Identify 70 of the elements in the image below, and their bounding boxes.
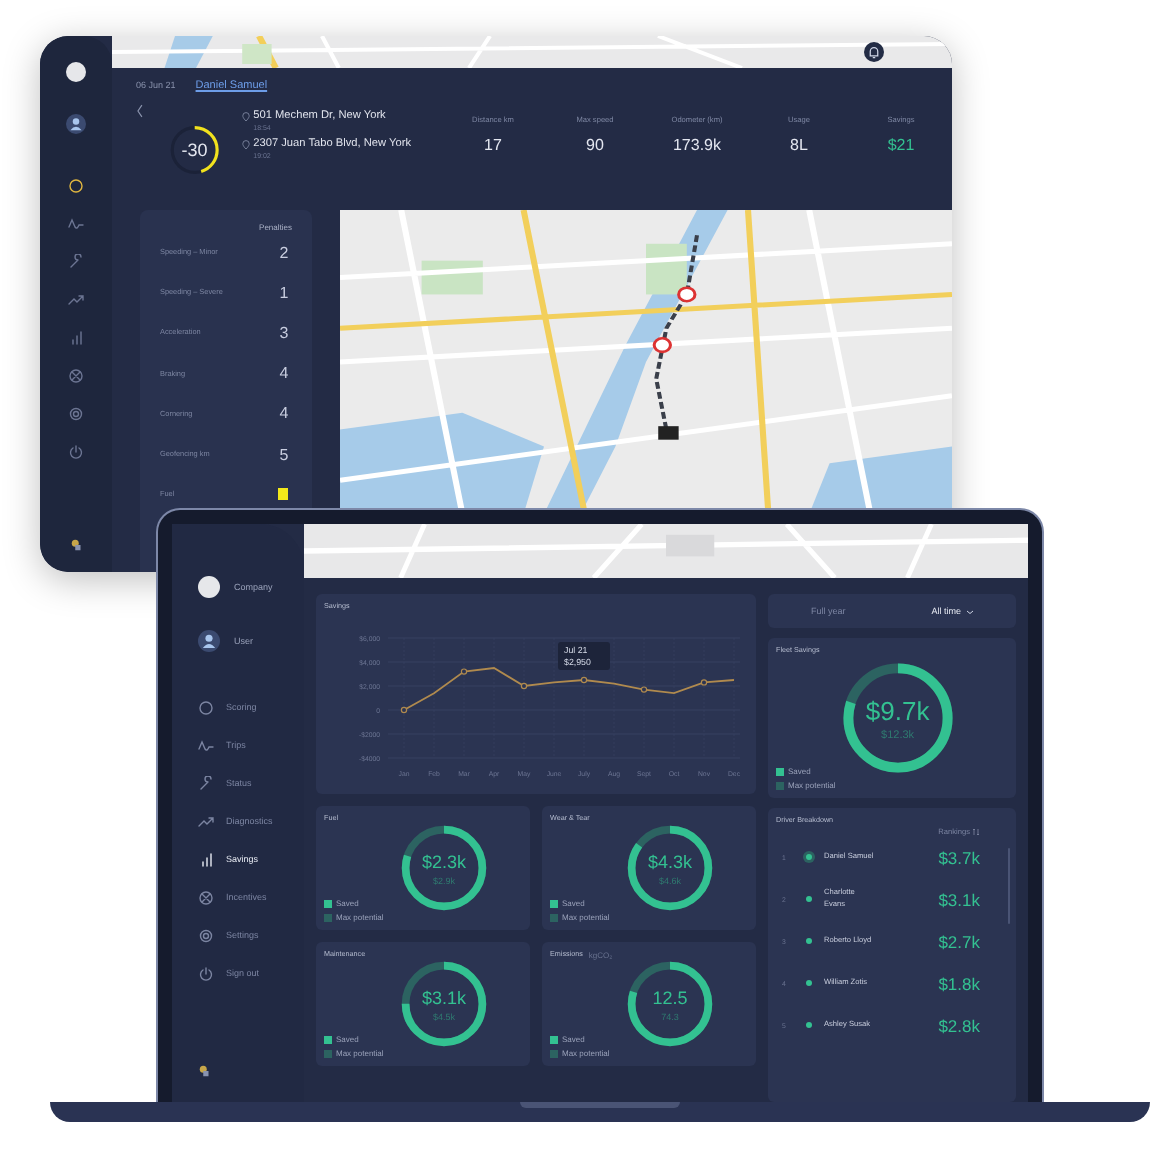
bell-icon[interactable] bbox=[864, 42, 884, 62]
legend-swatch bbox=[324, 899, 332, 907]
caret-icon bbox=[965, 607, 973, 615]
stat-value: 17 bbox=[484, 136, 502, 154]
avatar-icon bbox=[66, 62, 86, 82]
location-pin-icon bbox=[241, 139, 250, 149]
donut-chart bbox=[622, 956, 718, 1052]
score-value: -30 bbox=[181, 140, 208, 160]
data-point bbox=[400, 706, 408, 714]
penalty-count: 1 bbox=[277, 283, 291, 302]
saved-value: $4.3k bbox=[647, 851, 693, 871]
legend-swatch bbox=[324, 1049, 332, 1057]
bar-chart-icon bbox=[198, 851, 214, 867]
stat-value: $21 bbox=[887, 136, 915, 154]
circle-icon bbox=[198, 699, 214, 715]
donut-chart bbox=[622, 820, 718, 916]
driver-savings: $3.7k bbox=[938, 847, 980, 867]
penalty-count: 4 bbox=[277, 404, 291, 423]
legend-swatch bbox=[550, 899, 558, 907]
gear-icon bbox=[198, 927, 214, 943]
avatar-icon bbox=[198, 575, 220, 597]
stat-value: 173.9k bbox=[672, 136, 722, 154]
scrollbar[interactable] bbox=[1007, 848, 1010, 924]
sort-icon[interactable] bbox=[972, 828, 980, 836]
location-pin-icon bbox=[241, 111, 250, 121]
power-icon bbox=[68, 443, 84, 459]
driver-savings: $3.1k bbox=[938, 889, 980, 909]
data-point bbox=[700, 679, 708, 686]
donut-chart bbox=[396, 820, 492, 916]
stat-value: 8L bbox=[790, 136, 808, 154]
data-point bbox=[460, 668, 468, 675]
driver-savings: $2.7k bbox=[938, 931, 980, 951]
stat-value: 90 bbox=[586, 136, 604, 154]
power-icon bbox=[198, 965, 214, 981]
wave-icon bbox=[198, 737, 214, 753]
user-icon[interactable] bbox=[198, 629, 220, 651]
back-chevron-icon[interactable] bbox=[136, 102, 144, 120]
legend-swatch bbox=[550, 1035, 558, 1043]
data-point bbox=[640, 686, 648, 693]
logo-icon bbox=[69, 538, 83, 552]
data-point bbox=[580, 676, 588, 684]
penalty-count: 4 bbox=[277, 364, 291, 383]
crossed-circle-icon bbox=[68, 367, 84, 383]
saved-value: $3.1k bbox=[421, 987, 467, 1007]
circle-icon bbox=[68, 177, 84, 193]
legend-swatch bbox=[550, 1049, 558, 1057]
saved-value: $9.7k bbox=[865, 695, 930, 725]
legend-swatch bbox=[550, 913, 558, 921]
legend-swatch bbox=[324, 1035, 332, 1043]
driver-savings: $1.8k bbox=[938, 973, 980, 993]
user-icon[interactable] bbox=[66, 114, 86, 134]
legend-swatch bbox=[776, 767, 784, 775]
gear-icon bbox=[68, 405, 84, 421]
penalty-count: 5 bbox=[277, 445, 291, 464]
legend-swatch bbox=[324, 913, 332, 921]
chart-tooltip bbox=[558, 642, 610, 670]
saved-value: $2.3k bbox=[421, 851, 467, 871]
penalty-count: 3 bbox=[277, 323, 291, 342]
driver-savings: $2.8k bbox=[938, 1015, 980, 1035]
bar-chart-icon bbox=[68, 329, 84, 345]
saved-value: 12.5 bbox=[652, 987, 688, 1007]
legend-swatch bbox=[776, 781, 784, 789]
trend-icon bbox=[198, 813, 214, 829]
penalty-count: 2 bbox=[277, 243, 291, 262]
logo-icon bbox=[198, 1064, 212, 1078]
wave-icon bbox=[68, 215, 84, 231]
donut-chart bbox=[396, 956, 492, 1052]
data-point bbox=[520, 682, 528, 690]
trend-icon bbox=[68, 291, 84, 307]
crossed-circle-icon bbox=[198, 889, 214, 905]
